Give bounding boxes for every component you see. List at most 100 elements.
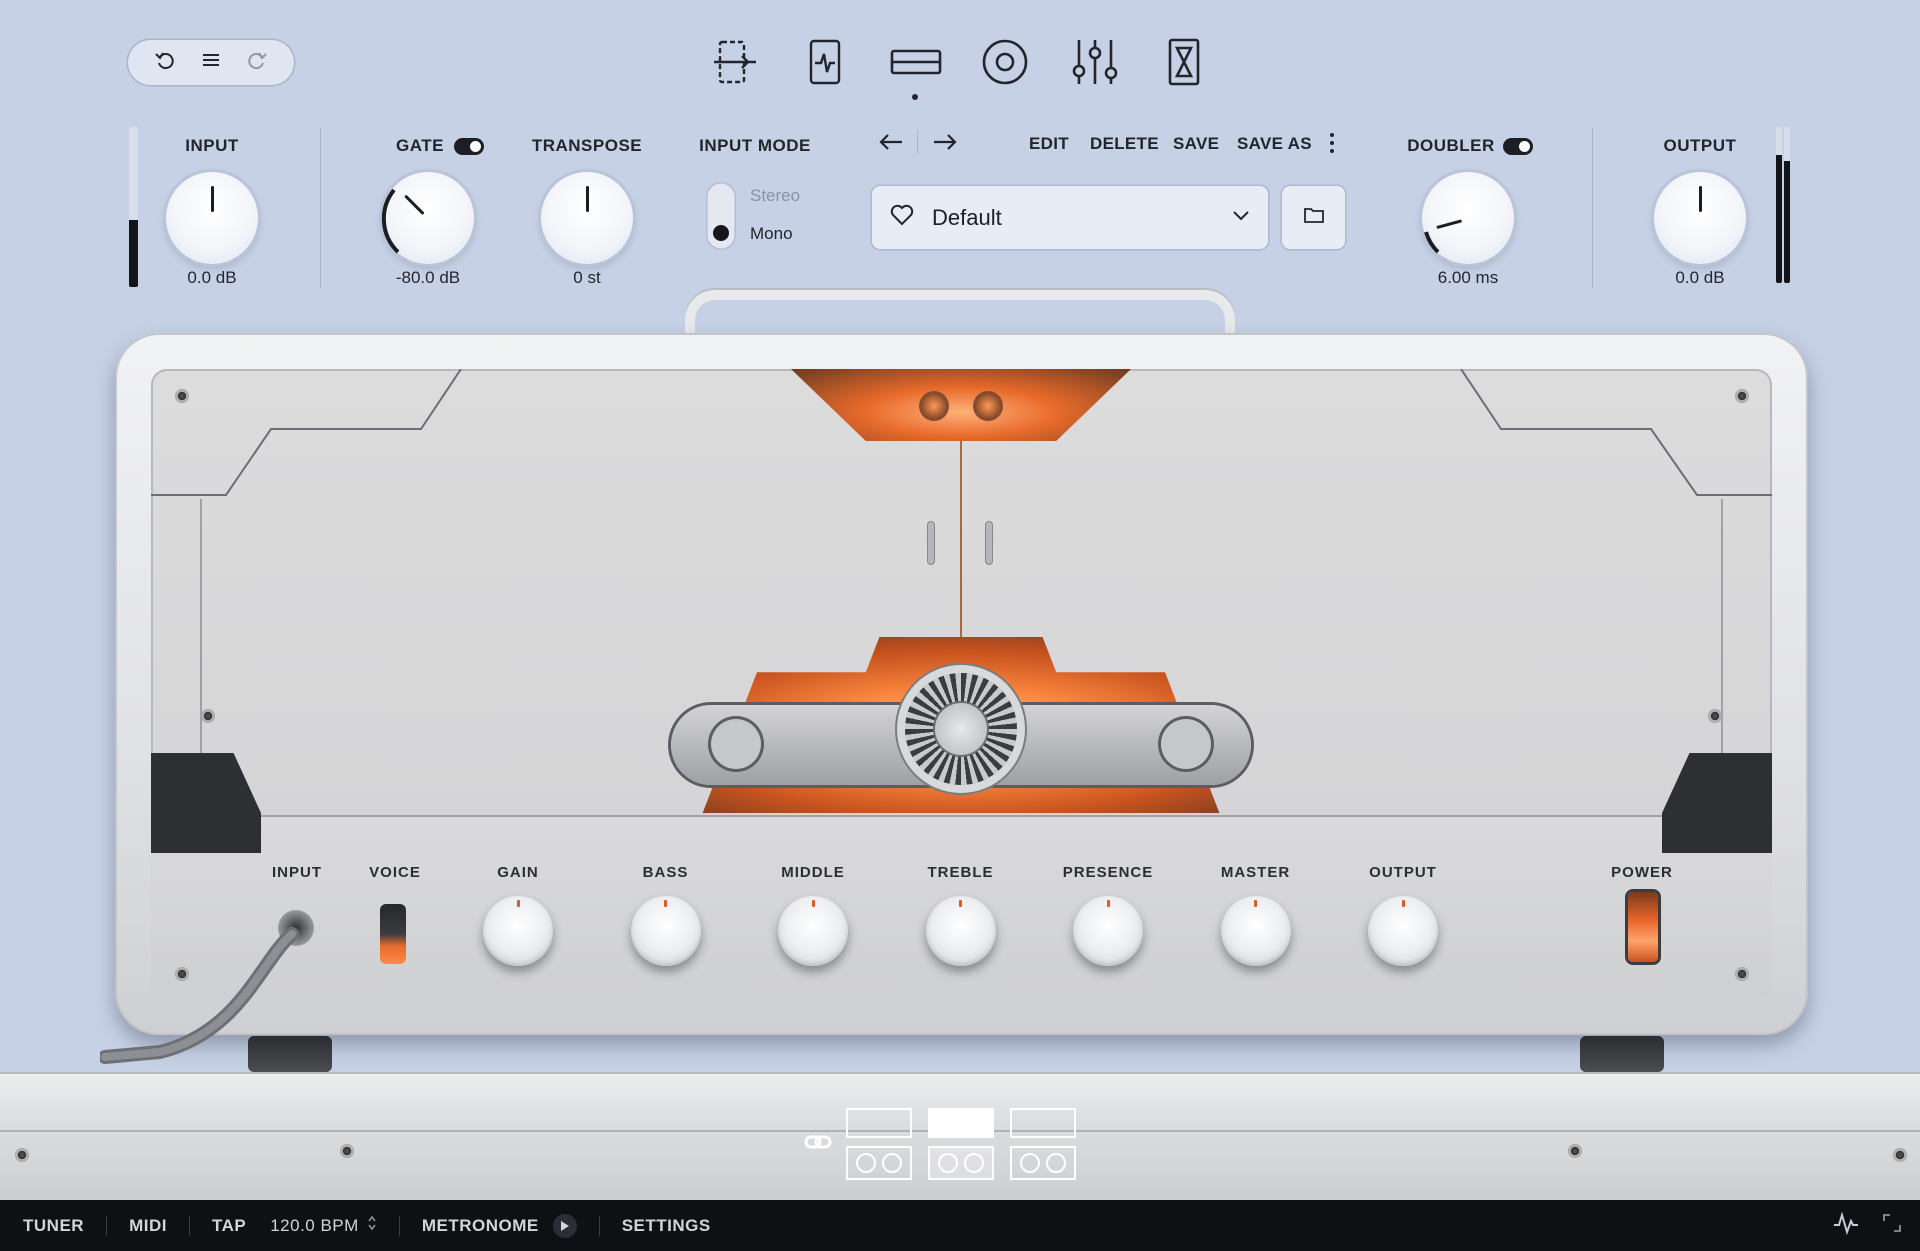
section-divider: [320, 128, 321, 288]
bar-separator: [106, 1215, 108, 1236]
transpose-knob[interactable]: [541, 172, 633, 264]
folder-icon: [1303, 206, 1325, 229]
amp-voice-switch[interactable]: [380, 904, 406, 964]
bottom-bar: TUNER MIDI TAP 120.0 BPM METRONOME SETTI…: [0, 1200, 1920, 1251]
preset-back-button[interactable]: [878, 132, 904, 157]
input-value: 0.0 dB: [187, 268, 237, 287]
redo-icon[interactable]: [246, 49, 268, 76]
input-meter-fill: [129, 219, 138, 287]
preset-dropdown[interactable]: Default: [872, 186, 1268, 249]
amp-knob-output[interactable]: [1368, 896, 1438, 966]
amp-knob-master[interactable]: [1220, 896, 1291, 966]
input-knob[interactable]: [166, 172, 258, 264]
amp-knob-treble[interactable]: [925, 896, 996, 966]
amp-foot-right: [1580, 1036, 1664, 1072]
active-nav-dot: [912, 94, 918, 100]
rig-cab: [1010, 1146, 1076, 1180]
tap-button[interactable]: TAP: [212, 1216, 246, 1236]
amp-rack-icon[interactable]: [888, 34, 944, 90]
activity-icon[interactable]: [1832, 1211, 1860, 1240]
output-value: 0.0 dB: [1675, 268, 1725, 287]
mixer-sliders-icon[interactable]: [1067, 34, 1123, 90]
input-mode-option-stereo[interactable]: Stereo: [750, 186, 800, 206]
bar-separator: [598, 1215, 600, 1236]
input-mode-switch[interactable]: [706, 182, 736, 250]
gate-value: -80.0 dB: [395, 268, 461, 287]
rig-head-top: [846, 1108, 912, 1138]
rig-head-2[interactable]: [928, 1106, 994, 1180]
amp-knob-bass[interactable]: [630, 896, 701, 966]
input-mode-label: INPUT MODE: [699, 136, 811, 155]
amp-foot-left: [248, 1036, 332, 1072]
input-mode-thumb: [713, 225, 729, 241]
metronome-button[interactable]: METRONOME: [422, 1216, 539, 1236]
doubler-label-text: DOUBLER: [1407, 136, 1495, 155]
preset-delete-button[interactable]: DELETE: [1090, 134, 1159, 154]
bar-separator: [398, 1215, 400, 1236]
amp-knob-label: MASTER: [1220, 864, 1291, 881]
screw: [201, 709, 215, 723]
output-meter-right: [1784, 127, 1790, 283]
rig-head-1[interactable]: [846, 1106, 912, 1180]
more-vertical-icon[interactable]: [1328, 132, 1336, 159]
menu-icon[interactable]: [200, 49, 222, 76]
history-controls: [128, 40, 294, 85]
heart-icon[interactable]: [890, 204, 914, 231]
output-meter-left-fill: [1776, 155, 1782, 283]
amp-handle: [685, 290, 1235, 334]
doubler-value: 6.00 ms: [1437, 268, 1499, 287]
transpose-value: 0 st: [573, 268, 601, 287]
rig-head-3[interactable]: [1010, 1106, 1076, 1180]
bpm-value[interactable]: 120.0 BPM: [270, 1216, 359, 1236]
amp-power-switch[interactable]: [1628, 892, 1658, 962]
link-icon[interactable]: [804, 1134, 832, 1155]
chevron-down-icon: [1232, 209, 1250, 227]
resize-icon[interactable]: [1882, 1213, 1902, 1238]
center-wire: [960, 441, 962, 641]
section-divider-2: [1592, 128, 1593, 288]
preset-save-as-button[interactable]: SAVE AS: [1237, 134, 1312, 154]
amp-knob-label: BASS: [642, 864, 689, 881]
input-mode-option-mono[interactable]: Mono: [750, 224, 793, 244]
amp-knob-middle[interactable]: [778, 896, 848, 966]
preset-folder-button[interactable]: [1282, 186, 1345, 249]
midi-button[interactable]: MIDI: [129, 1216, 167, 1236]
output-meter-right-fill: [1784, 161, 1790, 283]
rig-head-top: [928, 1108, 994, 1138]
tuner-button[interactable]: TUNER: [23, 1216, 84, 1236]
preset-edit-button[interactable]: EDIT: [1029, 134, 1069, 154]
center-rotor: [905, 673, 1017, 785]
input-processing-icon[interactable]: [707, 34, 763, 90]
rig-cab: [928, 1146, 994, 1180]
amp-knob-presence[interactable]: [1073, 896, 1143, 966]
tuner-card-icon[interactable]: [797, 34, 853, 90]
speaker-icon[interactable]: [977, 34, 1033, 90]
doubler-toggle[interactable]: [1502, 137, 1533, 155]
doubler-label: DOUBLER: [1400, 136, 1540, 156]
preset-save-button[interactable]: SAVE: [1173, 134, 1219, 154]
gate-label-text: GATE: [396, 136, 444, 155]
input-label: INPUT: [185, 136, 239, 155]
settings-button[interactable]: SETTINGS: [622, 1216, 711, 1236]
metronome-play-icon[interactable]: [552, 1213, 577, 1238]
undo-icon[interactable]: [154, 49, 176, 76]
hourglass-icon[interactable]: [1156, 34, 1212, 90]
screw: [1708, 709, 1722, 723]
output-label: OUTPUT: [1663, 136, 1737, 155]
amp-knob-label: TREBLE: [927, 864, 994, 881]
bpm-stepper-icon[interactable]: [367, 1214, 377, 1237]
amp-knob-label: OUTPUT: [1369, 864, 1437, 881]
amp-knob-gain[interactable]: [483, 896, 553, 966]
amp-knob-label: MIDDLE: [781, 864, 845, 881]
gate-toggle[interactable]: [453, 137, 484, 155]
screw: [1735, 389, 1749, 403]
preset-nav-divider: [917, 130, 918, 154]
output-knob[interactable]: [1654, 172, 1746, 264]
output-meter-left: [1776, 127, 1782, 283]
rig-head-top: [1010, 1108, 1076, 1138]
bar-separator: [188, 1215, 190, 1236]
gate-label: GATE: [370, 136, 510, 156]
rig-cab: [846, 1146, 912, 1180]
preset-forward-button[interactable]: [932, 132, 958, 157]
amp-power-label: POWER: [1611, 864, 1673, 881]
